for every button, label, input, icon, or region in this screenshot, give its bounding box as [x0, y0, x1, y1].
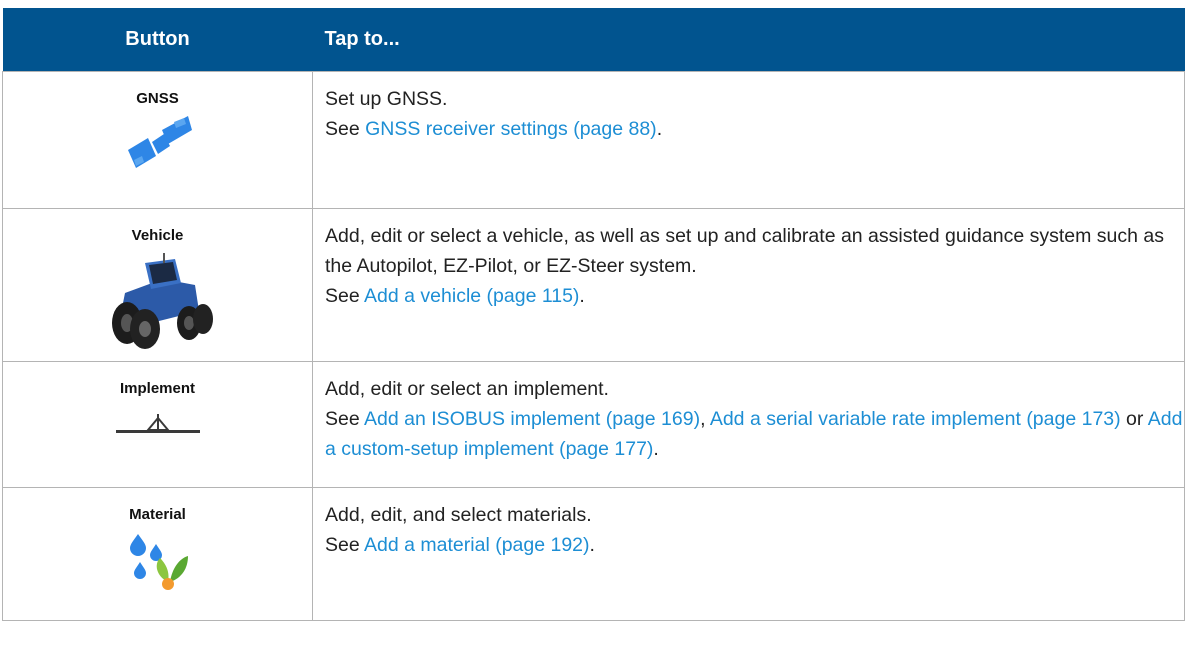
description-text: Add, edit, and select materials.	[325, 504, 592, 526]
see-also-line: See Add an ISOBUS implement (page 169), …	[325, 404, 1184, 464]
see-prefix: See	[325, 285, 365, 307]
description-cell-implement: Add, edit or select an implement. See Ad…	[312, 361, 1185, 488]
implement-icon	[115, 414, 200, 433]
see-also-line: See GNSS receiver settings (page 88).	[325, 114, 1184, 144]
see-suffix: .	[656, 118, 663, 140]
header-tap-to: Tap to...	[312, 8, 1185, 72]
see-also-line: See Add a vehicle (page 115).	[325, 281, 1184, 311]
see-prefix: See	[325, 534, 365, 556]
header-button: Button	[2, 8, 313, 72]
table-row-implement: Implement Add, edit or select an impleme…	[2, 361, 1185, 488]
see-prefix: See	[325, 118, 366, 140]
separator: or	[1120, 408, 1148, 430]
see-prefix: See	[325, 408, 365, 430]
link-add-isobus-implement[interactable]: Add an ISOBUS implement (page 169)	[364, 408, 700, 430]
link-gnss-receiver-settings[interactable]: GNSS receiver settings (page 88)	[365, 118, 657, 140]
see-also-line: See Add a material (page 192).	[325, 530, 1184, 560]
button-label-implement: Implement	[119, 380, 195, 397]
table-row-material: Material Add, edit, and select materials…	[2, 487, 1185, 621]
description-cell-gnss: Set up GNSS. See GNSS receiver settings …	[312, 71, 1185, 209]
button-cell-gnss: GNSS	[2, 71, 313, 209]
tractor-icon	[111, 253, 213, 349]
description-cell-vehicle: Add, edit or select a vehicle, as well a…	[312, 208, 1185, 362]
description-text: Add, edit or select a vehicle, as well a…	[325, 225, 1164, 277]
button-cell-implement: Implement	[2, 361, 313, 488]
button-label-material: Material	[129, 506, 186, 523]
button-reference-table: Button Tap to... GNSS Set up GNSS. See G…	[2, 8, 1185, 621]
material-icon	[129, 534, 188, 590]
link-add-a-vehicle[interactable]: Add a vehicle (page 115)	[364, 285, 579, 307]
see-suffix: .	[579, 285, 585, 307]
button-label-gnss: GNSS	[136, 90, 179, 107]
link-add-a-material[interactable]: Add a material (page 192)	[364, 534, 589, 556]
button-cell-vehicle: Vehicle	[2, 208, 313, 362]
see-suffix: .	[589, 534, 595, 556]
link-add-serial-variable-rate-implement[interactable]: Add a serial variable rate implement (pa…	[710, 408, 1121, 430]
see-suffix: .	[653, 438, 659, 460]
description-text: Add, edit or select an implement.	[325, 378, 609, 400]
table-row-vehicle: Vehicle Add, edit or select a vehicle, a…	[2, 208, 1185, 362]
table-header-row: Button Tap to...	[2, 8, 1185, 72]
table-row-gnss: GNSS Set up GNSS. See GNSS receiver sett…	[2, 71, 1185, 209]
button-label-vehicle: Vehicle	[131, 227, 184, 244]
description-text: Set up GNSS.	[325, 88, 448, 110]
button-cell-material: Material	[2, 487, 313, 621]
satellite-icon	[127, 116, 192, 168]
separator: ,	[700, 408, 710, 430]
description-cell-material: Add, edit, and select materials. See Add…	[312, 487, 1185, 621]
